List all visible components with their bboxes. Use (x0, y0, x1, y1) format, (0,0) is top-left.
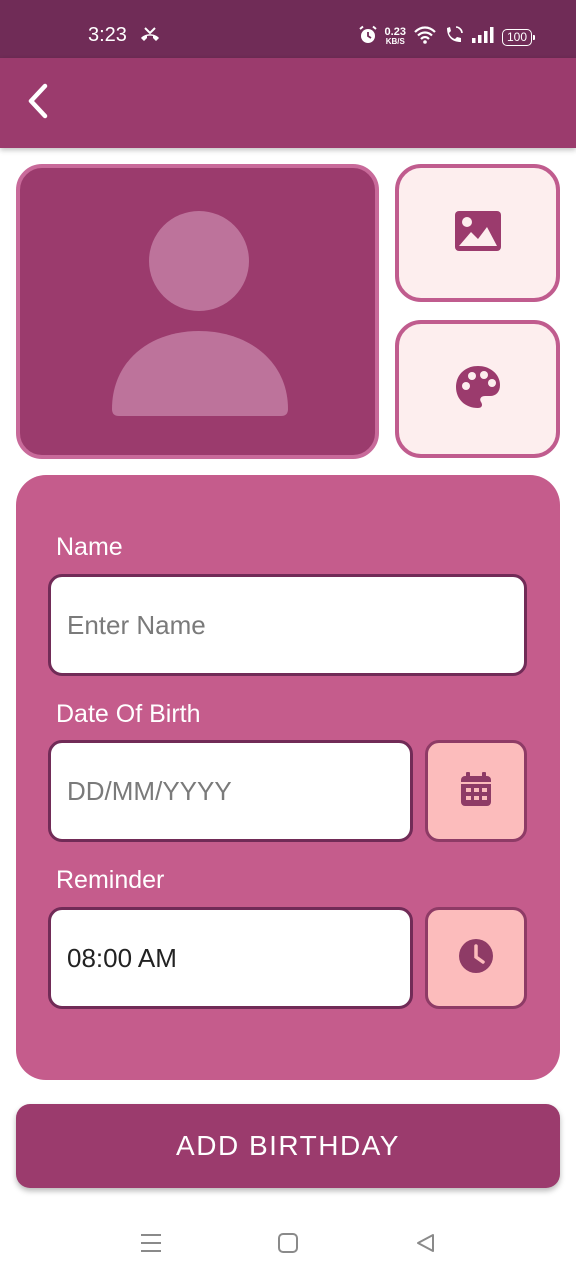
status-bar: 3:23 0.23 KB/S 100 (0, 0, 576, 58)
missed-call-icon (139, 26, 161, 44)
name-label: Name (56, 533, 123, 561)
time-picker-button[interactable] (425, 907, 527, 1009)
wifi-calling-icon (444, 25, 464, 49)
dob-placeholder: DD/MM/YYYY (67, 775, 232, 806)
menu-icon (139, 1232, 163, 1258)
reminder-input[interactable]: 08:00 AM (48, 907, 413, 1009)
wifi-icon (413, 25, 437, 49)
menu-button[interactable] (136, 1232, 166, 1258)
reminder-label: Reminder (56, 866, 165, 894)
calendar-button[interactable] (425, 740, 527, 842)
net-speed-unit: KB/S (385, 37, 405, 46)
app-bar (0, 58, 576, 148)
add-birthday-label: ADD BIRTHDAY (176, 1130, 400, 1161)
image-icon (454, 210, 502, 256)
net-speed-value: 0.23 (384, 26, 406, 38)
reminder-value: 08:00 AM (67, 942, 177, 973)
status-time: 3:23 (88, 24, 127, 46)
home-square-icon (277, 1232, 299, 1258)
status-icons: 0.23 KB/S 100 (358, 24, 536, 50)
calendar-icon (460, 771, 492, 811)
back-arrow-icon (26, 83, 50, 123)
alarm-icon (358, 25, 378, 49)
clock-icon (458, 938, 494, 978)
palette-icon (454, 364, 502, 414)
signal-icon (471, 26, 495, 48)
back-triangle-icon (414, 1232, 436, 1258)
person-placeholder-icon (110, 211, 288, 420)
dob-input[interactable]: DD/MM/YYYY (48, 740, 413, 842)
name-placeholder: Enter Name (67, 609, 206, 640)
add-birthday-button[interactable]: ADD BIRTHDAY (16, 1104, 560, 1188)
battery-icon: 100 (501, 28, 536, 46)
dob-label: Date Of Birth (56, 700, 201, 728)
birthday-form: Name Enter Name Date Of Birth DD/MM/YYYY… (16, 475, 560, 1080)
pick-color-button[interactable] (395, 320, 560, 458)
system-back-button[interactable] (410, 1232, 440, 1258)
system-nav-bar (0, 1210, 576, 1280)
net-speed: 0.23 KB/S (385, 27, 406, 47)
back-button[interactable] (18, 83, 58, 123)
name-input[interactable]: Enter Name (48, 574, 527, 676)
photo-preview[interactable] (16, 164, 379, 459)
pick-image-button[interactable] (395, 164, 560, 302)
home-button[interactable] (273, 1232, 303, 1258)
